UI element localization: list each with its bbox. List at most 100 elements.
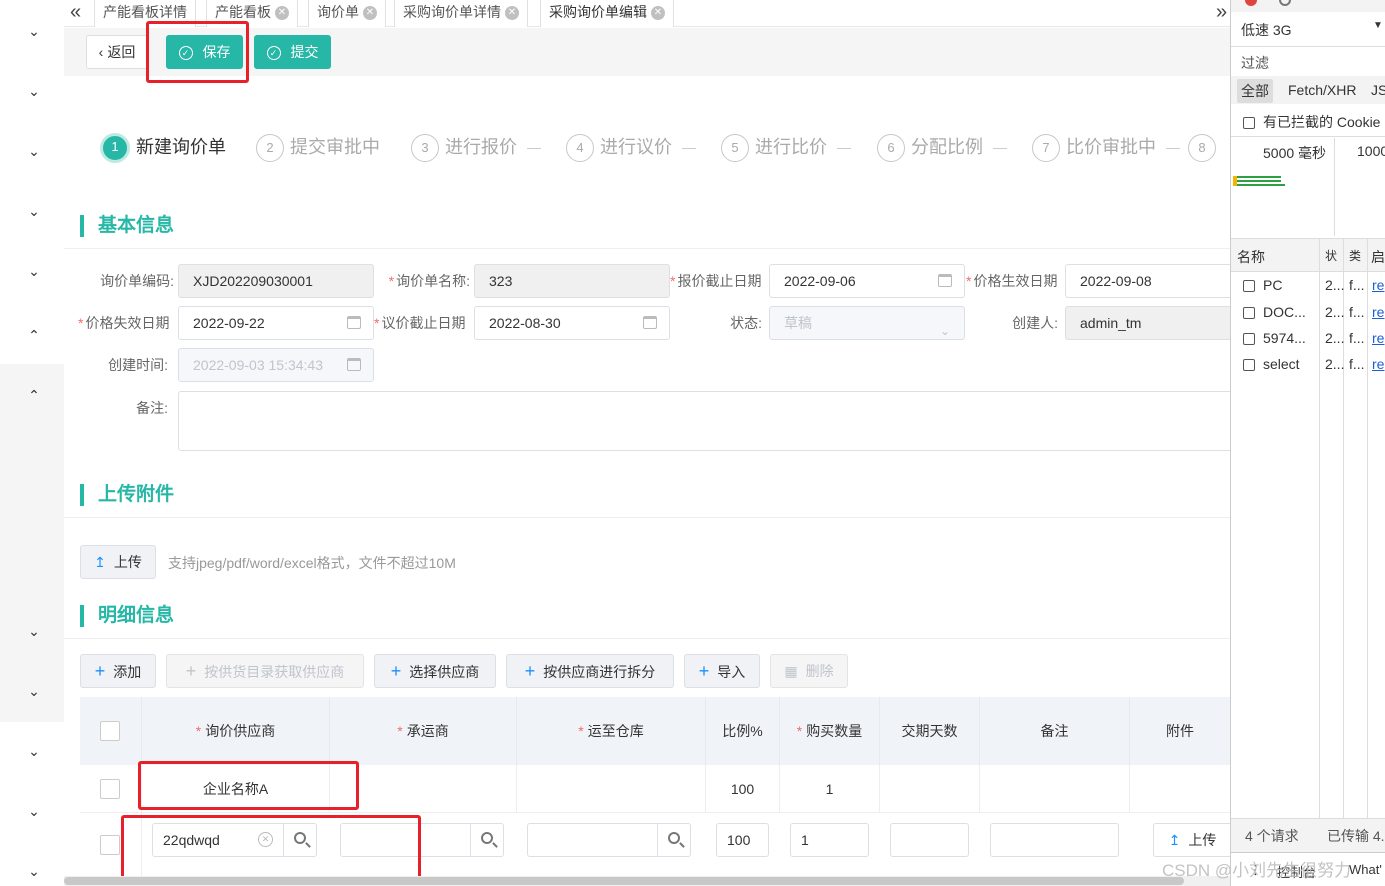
request-row[interactable]: select xyxy=(1243,356,1300,372)
step-7: 7 比价审批中 xyxy=(1032,131,1180,163)
filter-type-all[interactable]: 全部 xyxy=(1237,79,1273,103)
back-button[interactable]: ‹ 返回 xyxy=(86,35,148,69)
col-attachment: 附件 xyxy=(1130,697,1230,765)
request-initiator[interactable]: re xyxy=(1372,356,1384,372)
col-initiator[interactable]: 启 xyxy=(1371,247,1385,267)
price-start-label: * 价格生效日期 xyxy=(966,273,1058,289)
tab-inquiry-edit[interactable]: 采购询价单编辑 ✕ xyxy=(540,0,674,27)
row2-warehouse-search-button[interactable] xyxy=(657,823,691,857)
request-status: 2... xyxy=(1325,330,1345,346)
waterfall-bar xyxy=(1233,176,1281,178)
row2-warehouse-input[interactable] xyxy=(527,823,658,857)
step-connector xyxy=(837,147,851,149)
chevron-down-icon[interactable]: ⌄ xyxy=(27,804,41,818)
catalog-supplier-button[interactable]: + 按供货目录获取供应商 xyxy=(166,654,364,688)
creator-value: admin_tm xyxy=(1080,315,1142,331)
scrollbar-thumb[interactable] xyxy=(64,877,1184,885)
whats-new-tab[interactable]: What' xyxy=(1349,862,1382,877)
quote-deadline-field[interactable]: 2022-09-06 xyxy=(769,264,965,298)
col-lead-days: 交期天数 xyxy=(880,697,980,765)
request-row[interactable]: PC xyxy=(1243,277,1282,293)
name-field[interactable]: 323 xyxy=(474,264,670,298)
col-warehouse: * 运至仓库 xyxy=(517,697,706,765)
status-label: 状态: xyxy=(730,315,762,331)
delete-label: 删除 xyxy=(805,663,834,679)
split-button[interactable]: + 按供应商进行拆分 xyxy=(506,654,674,688)
row2-carrier-search-button[interactable] xyxy=(470,823,504,857)
chevron-up-icon[interactable]: ⌃ xyxy=(27,388,41,402)
checkbox[interactable] xyxy=(1243,117,1255,130)
divider xyxy=(1231,136,1385,137)
delete-button[interactable]: ▦ 删除 xyxy=(770,654,848,688)
submit-button[interactable]: ✓ 提交 xyxy=(254,35,331,69)
request-type: f... xyxy=(1349,356,1365,372)
tab-inquiry-detail[interactable]: 采购询价单详情 ✕ xyxy=(394,0,528,27)
request-initiator[interactable]: re xyxy=(1372,304,1384,320)
import-button[interactable]: + 导入 xyxy=(684,654,760,688)
request-row[interactable]: DOC... xyxy=(1243,304,1306,320)
row2-upload-button[interactable]: ↥ 上传 xyxy=(1153,823,1231,857)
blocked-cookies-toggle[interactable]: 有已拦截的 Cookie xyxy=(1243,112,1380,132)
clear-icon[interactable] xyxy=(1279,0,1291,6)
step-number: 1 xyxy=(100,133,130,164)
close-icon[interactable]: ✕ xyxy=(505,6,519,21)
col-status[interactable]: 状 xyxy=(1325,247,1337,264)
rail-highlight xyxy=(0,364,64,722)
chevron-down-icon[interactable]: ⌄ xyxy=(27,84,41,98)
remark-textarea[interactable] xyxy=(178,391,1235,451)
tab-label: 采购询价单详情 xyxy=(403,4,501,20)
request-row[interactable]: 5974... xyxy=(1243,330,1306,346)
col-type[interactable]: 类 xyxy=(1349,247,1361,264)
close-icon[interactable]: ✕ xyxy=(275,6,289,21)
filter-input[interactable]: 过滤 xyxy=(1241,53,1269,73)
request-status: 2... xyxy=(1325,356,1345,372)
choose-supplier-button[interactable]: + 选择供应商 xyxy=(374,654,496,688)
chevron-down-icon[interactable]: ⌄ xyxy=(27,744,41,758)
chevron-down-icon[interactable]: ⌄ xyxy=(27,144,41,158)
filter-type-js[interactable]: JS xyxy=(1371,82,1385,98)
upload-button[interactable]: ↥ 上传 xyxy=(80,545,156,579)
filter-type-xhr[interactable]: Fetch/XHR xyxy=(1288,82,1356,98)
negotiate-deadline-field[interactable]: 2022-08-30 xyxy=(474,306,670,340)
row2-ratio-input[interactable]: 100 xyxy=(716,823,769,857)
chevron-down-icon[interactable]: ⌄ xyxy=(27,204,41,218)
col-name[interactable]: 名称 xyxy=(1237,247,1265,267)
chevron-down-icon[interactable]: ⌄ xyxy=(27,624,41,638)
close-icon[interactable]: ✕ xyxy=(363,6,377,21)
request-type: f... xyxy=(1349,330,1365,346)
row2-qty-input[interactable]: 1 xyxy=(790,823,869,857)
price-start-field[interactable]: 2022-09-08 xyxy=(1065,264,1235,298)
throttle-select[interactable]: 低速 3G ▼ xyxy=(1241,20,1383,40)
price-end-field[interactable]: 2022-09-22 xyxy=(178,306,374,340)
step-number: 8 xyxy=(1188,134,1216,163)
horizontal-scrollbar[interactable] xyxy=(64,876,1230,886)
double-chevron-right-icon[interactable]: » xyxy=(1216,2,1227,22)
add-button[interactable]: + 添加 xyxy=(80,654,156,688)
row2-remark-input[interactable] xyxy=(990,823,1119,857)
timeline-tick: 5000 毫秒 xyxy=(1263,145,1327,161)
file-icon xyxy=(1243,280,1255,293)
request-type: f... xyxy=(1349,277,1365,293)
row1-warehouse xyxy=(517,765,706,813)
double-chevron-left-icon[interactable]: « xyxy=(70,2,81,22)
upload-label: 上传 xyxy=(113,554,142,570)
record-icon[interactable] xyxy=(1245,0,1257,6)
chevron-down-icon[interactable]: ⌄ xyxy=(27,24,41,38)
step-number: 3 xyxy=(411,134,439,163)
chevron-down-icon[interactable]: ⌄ xyxy=(27,264,41,278)
row2-lead-days-input[interactable] xyxy=(890,823,969,857)
divider xyxy=(64,248,1230,249)
select-all-checkbox[interactable] xyxy=(100,721,120,741)
chevron-down-icon[interactable]: ⌄ xyxy=(27,684,41,698)
chevron-down-icon[interactable]: ⌄ xyxy=(27,864,41,878)
close-icon[interactable]: ✕ xyxy=(651,6,665,21)
step-number: 2 xyxy=(256,134,284,163)
tab-inquiry[interactable]: 询价单 ✕ xyxy=(308,0,386,27)
request-initiator[interactable]: re xyxy=(1372,277,1384,293)
step-5: 5 进行比价 xyxy=(721,131,851,163)
status-select[interactable]: 草稿 ⌄ xyxy=(769,306,965,340)
row-checkbox[interactable] xyxy=(100,835,120,855)
row-checkbox[interactable] xyxy=(100,779,120,799)
chevron-up-icon[interactable]: ⌃ xyxy=(27,328,41,342)
request-initiator[interactable]: re xyxy=(1372,330,1384,346)
